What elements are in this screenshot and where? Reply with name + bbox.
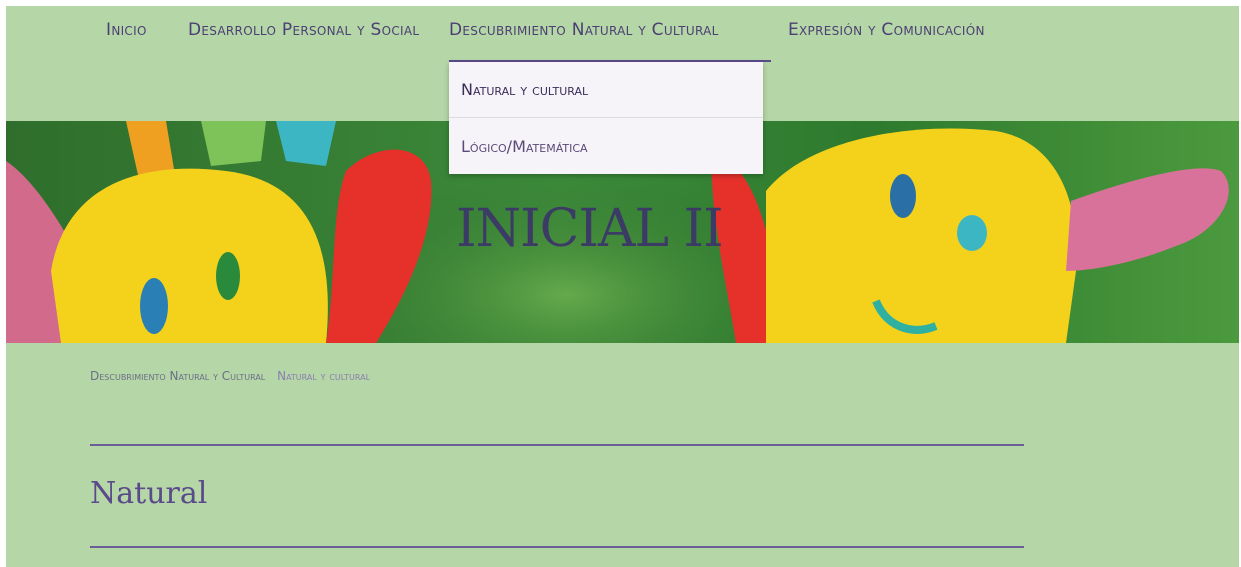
nav-item-desarrollo-personal-social[interactable]: Desarrollo Personal y Social bbox=[188, 20, 419, 60]
breadcrumb: Descubrimiento Natural y Cultural Natura… bbox=[90, 369, 370, 383]
banner-title: INICIAL II bbox=[456, 199, 724, 259]
top-navigation: Inicio Desarrollo Personal y Social Desc… bbox=[6, 6, 1239, 62]
dropdown-item-logico-matematica[interactable]: Lógico/Matemática bbox=[449, 119, 763, 175]
nav-dropdown-menu: Natural y cultural Lógico/Matemática bbox=[449, 62, 763, 174]
page: Inicio Desarrollo Personal y Social Desc… bbox=[6, 6, 1239, 567]
dropdown-item-natural-cultural[interactable]: Natural y cultural bbox=[449, 62, 763, 118]
divider-top bbox=[90, 444, 1024, 446]
nav-item-descubrimiento-natural-cultural[interactable]: Descubrimiento Natural y Cultural bbox=[449, 20, 771, 62]
nav-item-inicio[interactable]: Inicio bbox=[106, 20, 147, 60]
page-title: Natural bbox=[90, 476, 208, 511]
divider-bottom bbox=[90, 546, 1024, 548]
breadcrumb-parent-link[interactable]: Descubrimiento Natural y Cultural bbox=[90, 369, 265, 383]
nav-item-expresion-comunicacion[interactable]: Expresión y Comunicación bbox=[788, 20, 985, 60]
breadcrumb-current: Natural y cultural bbox=[277, 369, 371, 383]
